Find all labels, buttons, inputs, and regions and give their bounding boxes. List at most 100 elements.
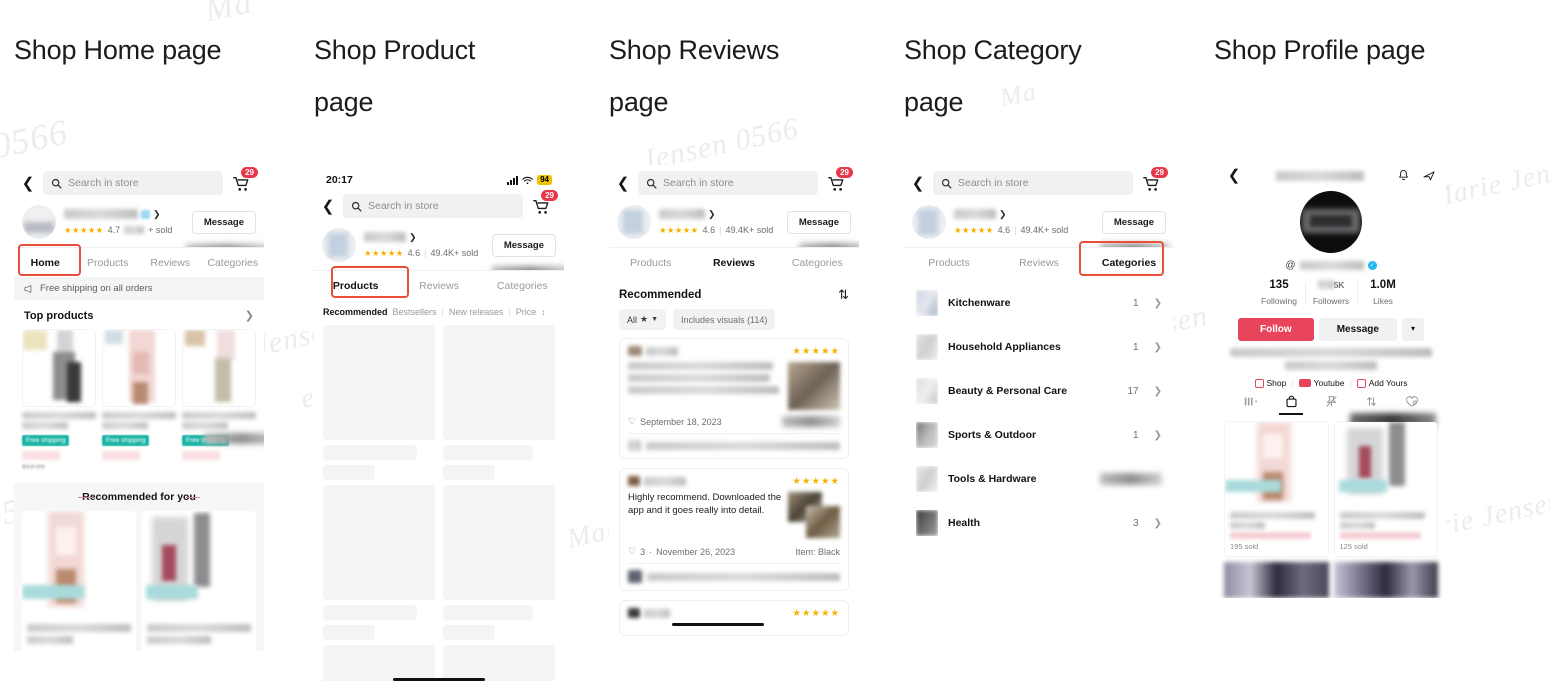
heart-icon[interactable]: ♡ <box>628 416 636 427</box>
chevron-right-icon[interactable]: ❯ <box>708 209 716 220</box>
search-input[interactable]: Search in store <box>638 171 818 195</box>
tab-shop-bag-icon[interactable] <box>1285 395 1298 415</box>
back-icon[interactable]: ❮ <box>910 176 926 191</box>
product-image[interactable] <box>1224 562 1329 598</box>
link-youtube[interactable]: Youtube <box>1298 378 1344 388</box>
product-image[interactable] <box>1333 562 1438 598</box>
back-icon[interactable]: ❮ <box>615 176 631 191</box>
tab-grid-icon[interactable] <box>1244 396 1258 414</box>
shop-avatar[interactable] <box>22 205 56 239</box>
list-item[interactable]: Household Appliances 1 ❯ <box>904 325 1174 369</box>
message-button[interactable]: Message <box>786 210 851 234</box>
product-card[interactable]: 195 sold <box>1224 421 1329 557</box>
tab-products[interactable]: Products <box>77 248 140 277</box>
cart-button[interactable]: 29 <box>825 167 853 195</box>
more-options-button[interactable]: ▾ <box>1401 318 1424 341</box>
chevron-right-icon[interactable]: ❯ <box>1154 342 1162 353</box>
chevron-right-icon[interactable]: ❯ <box>409 232 417 243</box>
filter-includes-visuals[interactable]: Includes visuals (114) <box>673 309 776 330</box>
review-photos[interactable] <box>788 492 840 540</box>
chevron-right-icon[interactable]: ❯ <box>1154 518 1162 529</box>
shop-name-row[interactable]: ❯ <box>364 232 484 243</box>
shop-avatar[interactable] <box>322 228 356 262</box>
tab-pinned-icon[interactable] <box>1325 395 1338 415</box>
recommended-card[interactable] <box>142 511 256 651</box>
back-icon[interactable]: ❮ <box>320 199 336 214</box>
chevron-right-icon[interactable]: ❯ <box>153 209 161 220</box>
search-input[interactable]: Search in store <box>343 194 523 218</box>
message-button[interactable]: Message <box>1101 210 1166 234</box>
shop-bag-icon <box>1285 395 1297 408</box>
shop-avatar[interactable] <box>912 205 946 239</box>
product-meta <box>142 619 256 651</box>
product-card[interactable]: Free shipping <box>102 329 176 471</box>
chevron-right-icon[interactable]: ❯ <box>1154 386 1162 397</box>
sold-count-redacted <box>124 226 145 234</box>
review-reply <box>628 563 840 583</box>
sort-icon[interactable]: ⇅ <box>838 287 849 303</box>
review-photos[interactable] <box>788 362 840 410</box>
avatar[interactable] <box>1300 191 1362 253</box>
shop-name-row[interactable]: ❯ <box>659 209 779 220</box>
list-item[interactable]: Tools & Hardware <box>904 457 1174 501</box>
stat-following[interactable]: 135 Following <box>1253 279 1305 309</box>
back-icon[interactable]: ❮ <box>20 176 36 191</box>
tab-reviews[interactable]: Reviews <box>994 248 1084 277</box>
review-card: ★★★★★ <box>619 600 849 636</box>
search-input[interactable]: Search in store <box>43 171 223 195</box>
chevron-right-icon[interactable]: ❯ <box>1154 298 1162 309</box>
share-icon[interactable] <box>1422 169 1436 182</box>
back-icon[interactable]: ❮ <box>1226 168 1242 183</box>
sort-arrows-icon[interactable]: ↕ <box>541 308 545 317</box>
cart-button[interactable]: 29 <box>530 190 558 218</box>
tab-products[interactable]: Products <box>609 248 692 277</box>
chevron-right-icon[interactable]: ❯ <box>999 209 1007 220</box>
message-button[interactable]: Message <box>191 210 256 234</box>
cart-button[interactable]: 29 <box>230 167 258 195</box>
chevron-right-icon[interactable]: ❯ <box>245 309 254 322</box>
product-card[interactable]: Free shipping $12.99 <box>22 329 96 471</box>
tab-categories[interactable]: Categories <box>202 248 265 277</box>
tab-categories[interactable]: Categories <box>1084 248 1174 277</box>
tab-products[interactable]: Products <box>904 248 994 277</box>
top-products-header[interactable]: Top products ❯ <box>14 300 264 329</box>
review-top: ★★★★★ <box>628 608 840 619</box>
bell-icon[interactable] <box>1397 169 1410 182</box>
shop-name-row[interactable]: ❯ <box>64 209 184 220</box>
follow-button[interactable]: Follow <box>1238 318 1314 341</box>
tab-liked-icon[interactable] <box>1405 395 1419 415</box>
subtab-price[interactable]: Price <box>516 307 537 317</box>
search-input[interactable]: Search in store <box>933 171 1133 195</box>
list-item[interactable]: Sports & Outdoor 1 ❯ <box>904 413 1174 457</box>
filter-all-stars[interactable]: All ★ ▼ <box>619 309 667 330</box>
subtab-new-releases[interactable]: New releases <box>449 307 504 317</box>
link-shop[interactable]: Shop <box>1254 378 1286 388</box>
stat-likes[interactable]: 1.0M Likes <box>1357 279 1409 309</box>
link-add-yours[interactable]: Add Yours <box>1356 378 1407 388</box>
recommended-card[interactable] <box>22 511 136 651</box>
list-item[interactable]: Beauty & Personal Care 17 ❯ <box>904 369 1174 413</box>
tab-categories[interactable]: Categories <box>776 248 859 277</box>
message-button[interactable]: Message <box>491 233 556 257</box>
tab-categories[interactable]: Categories <box>481 271 564 300</box>
tab-products[interactable]: Products <box>314 271 397 300</box>
shop-avatar[interactable] <box>617 205 651 239</box>
product-card[interactable]: 125 sold <box>1333 421 1438 557</box>
chevron-right-icon[interactable]: ❯ <box>1154 430 1162 441</box>
tab-repost-icon[interactable] <box>1365 395 1378 415</box>
list-item[interactable]: Kitchenware 1 ❯ <box>904 281 1174 325</box>
stat-followers[interactable]: 5K Followers <box>1305 279 1357 309</box>
list-item[interactable]: Health 3 ❯ <box>904 501 1174 545</box>
tab-reviews[interactable]: Reviews <box>397 271 480 300</box>
product-card[interactable]: Free shipping <box>182 329 264 471</box>
tab-reviews[interactable]: Reviews <box>139 248 202 277</box>
skeleton-image <box>323 485 435 600</box>
subtab-recommended[interactable]: Recommended <box>323 307 388 317</box>
message-button[interactable]: Message <box>1318 318 1397 341</box>
subtab-bestsellers[interactable]: Bestsellers <box>393 307 437 317</box>
cart-button[interactable]: 29 <box>1140 167 1168 195</box>
heart-icon[interactable]: ♡ <box>628 546 636 557</box>
tab-home[interactable]: Home <box>14 248 77 277</box>
shop-name-row[interactable]: ❯ <box>954 209 1094 220</box>
tab-reviews[interactable]: Reviews <box>692 248 775 277</box>
